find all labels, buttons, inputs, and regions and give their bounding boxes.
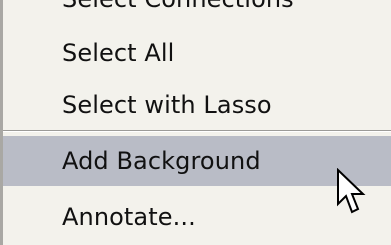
menu-item-select-with-lasso[interactable]: Select with Lasso: [3, 80, 391, 130]
menu-item-select-connections[interactable]: Select Connections: [3, 0, 391, 24]
menu-item-select-all[interactable]: Select All: [3, 28, 391, 78]
menu-item-label: Select All: [62, 39, 175, 67]
context-menu: Select Connections Select All Select wit…: [0, 0, 391, 245]
menu-item-label: Select with Lasso: [62, 91, 272, 119]
menu-item-add-background[interactable]: Add Background: [3, 136, 391, 186]
menu-item-label: Annotate...: [62, 203, 196, 231]
menu-item-annotate[interactable]: Annotate...: [3, 192, 391, 242]
menu-item-label: Select Connections: [62, 0, 294, 13]
menu-separator: [3, 130, 391, 132]
menu-item-label: Add Background: [62, 147, 261, 175]
arrow-pointer-icon: [337, 168, 366, 214]
